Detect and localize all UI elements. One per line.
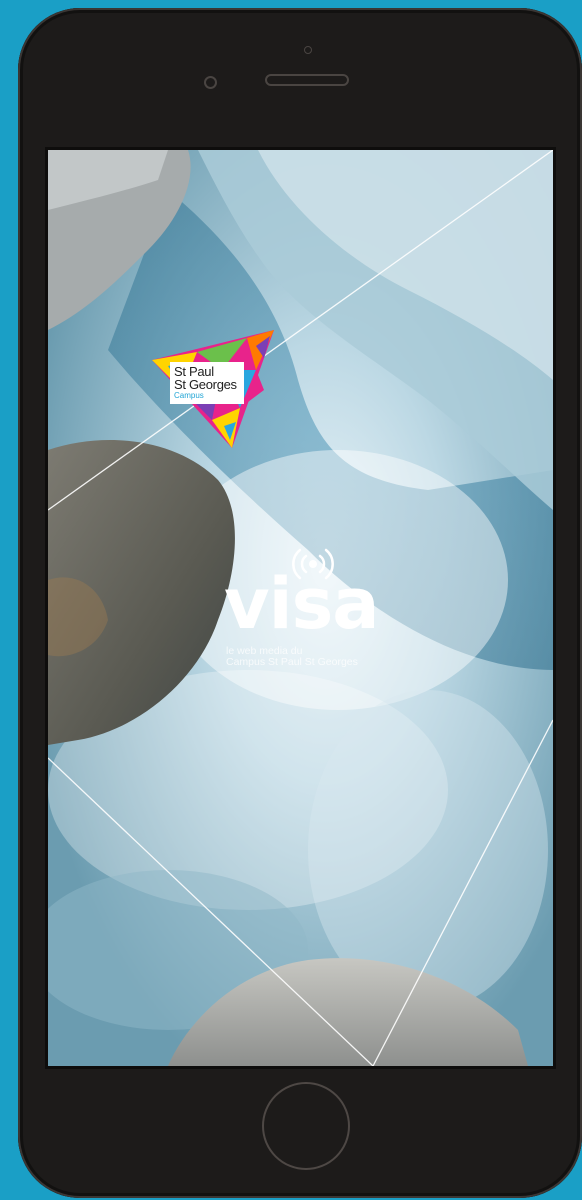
visa-tagline: le web media du Campus St Paul St George… [226,646,358,668]
splash-screen[interactable]: St Paul St Georges Campus visa le web me… [48,150,553,1066]
front-camera [204,76,217,89]
campus-logo: St Paul St Georges Campus [152,330,284,450]
home-button[interactable] [262,1082,350,1170]
earpiece-speaker [265,74,349,86]
campus-logo-textbox: St Paul St Georges Campus [170,362,244,404]
visa-logo: visa le web media du Campus St Paul St G… [216,544,416,674]
campus-logo-sub: Campus [174,391,204,400]
campus-logo-line2: St Georges [174,377,237,392]
visa-tagline-line2: Campus St Paul St Georges [226,656,358,668]
front-sensor [304,46,312,54]
visa-wordmark: visa [224,563,380,645]
phone-frame: St Paul St Georges Campus visa le web me… [18,8,582,1198]
